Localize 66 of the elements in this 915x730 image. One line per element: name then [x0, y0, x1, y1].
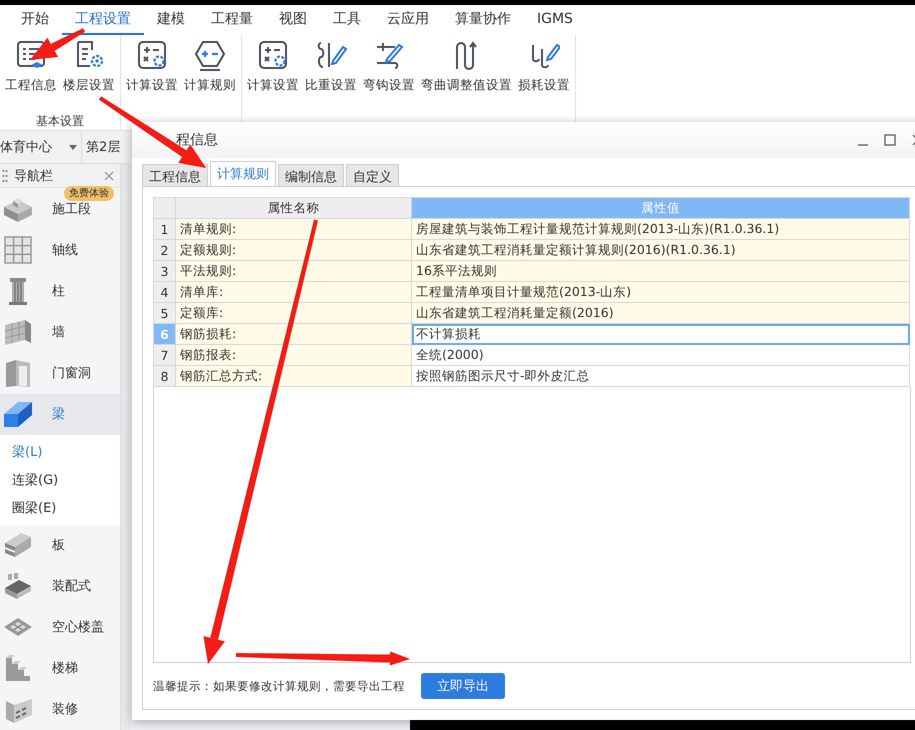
ribbon-button[interactable]: 弯钩设置	[360, 35, 418, 94]
row-number: 6	[154, 324, 176, 344]
table-cell[interactable]: 房屋建筑与装饰工程计量规范计算规则(2013-山东)(R1.0.36.1)	[412, 218, 910, 240]
row-number: 4	[154, 282, 176, 302]
table-cell: 定额库:	[176, 302, 412, 324]
row-number: 8	[154, 366, 176, 386]
nav-item[interactable]: 空心楼盖	[0, 606, 120, 648]
table-cell[interactable]: 不计算损耗	[412, 324, 910, 344]
ribbon-button[interactable]: 弯曲调整值设置	[418, 35, 515, 94]
nav-item[interactable]: 墙	[0, 312, 120, 353]
table-cell: 平法规则:	[176, 260, 412, 282]
table-cell: 定额规则:	[176, 240, 412, 260]
menu-tab[interactable]: 云应用	[374, 5, 442, 35]
ribbon-button[interactable]: 计算设置	[123, 35, 181, 94]
table-cell[interactable]: 山东省建筑工程消耗量定额计算规则(2016)(R1.0.36.1)	[412, 240, 910, 260]
panel-title: 导航栏	[14, 168, 54, 185]
nav-item[interactable]: 板	[0, 524, 120, 566]
dialog-tab[interactable]: 自定义	[346, 164, 399, 186]
nav-subitem[interactable]: 圈梁(E)	[0, 494, 120, 522]
menu-tab[interactable]: 视图	[266, 5, 320, 35]
dialog-tab[interactable]: 工程信息	[142, 164, 208, 186]
menu-tab[interactable]: 建模	[144, 5, 198, 35]
row-number: 2	[154, 240, 176, 260]
export-button[interactable]: 立即导出	[421, 673, 505, 699]
row-number: 3	[154, 260, 176, 282]
table-cell: 钢筋报表:	[176, 344, 412, 366]
row-number: 5	[154, 302, 176, 324]
column-header[interactable]: 属性名称	[176, 198, 412, 218]
nav-item[interactable]: 装修	[0, 688, 120, 730]
nav-item[interactable]: 楼梯	[0, 648, 120, 689]
menu-tab[interactable]: IGMS	[524, 5, 586, 35]
table-cell: 清单库:	[176, 282, 412, 302]
project-dropdown[interactable]: 体育中心	[0, 131, 82, 163]
ribbon-button[interactable]: 比重设置	[302, 35, 360, 94]
dialog-tab[interactable]: 编制信息	[278, 164, 344, 186]
floor-dropdown[interactable]: 第2层	[82, 138, 124, 156]
group-label: 基本设置	[35, 114, 85, 130]
trial-badge[interactable]: 免费体验	[64, 186, 114, 201]
nav-item[interactable]: 柱	[0, 270, 120, 312]
row-number: 7	[154, 344, 176, 366]
ribbon-button[interactable]: 计算设置	[244, 35, 302, 94]
nav-item[interactable]: 轴线	[0, 230, 120, 271]
hint-text: 温馨提示：如果要修改计算规则，需要导出工程	[153, 678, 405, 694]
ribbon-button[interactable]: 计算规则	[181, 35, 239, 94]
menu-tab[interactable]: 算量协作	[442, 5, 524, 35]
table-cell: 钢筋损耗:	[176, 324, 412, 344]
nav-subitem[interactable]: 连梁(G)	[0, 466, 120, 494]
menu-tab[interactable]: 工具	[320, 5, 374, 35]
table-cell: 清单规则:	[176, 218, 412, 240]
ribbon-button[interactable]: 工程信息	[2, 35, 60, 94]
table-cell[interactable]: 工程量清单项目计量规范(2013-山东)	[412, 282, 910, 302]
nav-item[interactable]: 装配式	[0, 566, 120, 607]
table-cell[interactable]: 按照钢筋图示尺寸-即外皮汇总	[412, 366, 910, 386]
menu-tab[interactable]: 开始	[8, 5, 62, 35]
dialog-tab[interactable]: 计算规则	[210, 161, 276, 186]
row-number: 1	[154, 218, 176, 240]
ribbon-button[interactable]: 损耗设置	[515, 35, 573, 94]
menu-tab[interactable]: 工程量	[198, 5, 266, 35]
table-cell: 钢筋汇总方式:	[176, 366, 412, 386]
nav-subitem[interactable]: 梁(L)	[0, 438, 120, 466]
table-cell[interactable]: 山东省建筑工程消耗量定额(2016)	[412, 302, 910, 324]
table-cell[interactable]: 全统(2000)	[412, 344, 910, 366]
table-cell[interactable]: 16系平法规则	[412, 260, 910, 282]
nav-item[interactable]: 门窗洞	[0, 352, 120, 394]
dialog-title: 程信息	[176, 131, 219, 149]
ribbon-button[interactable]: 楼层设置	[60, 35, 118, 94]
